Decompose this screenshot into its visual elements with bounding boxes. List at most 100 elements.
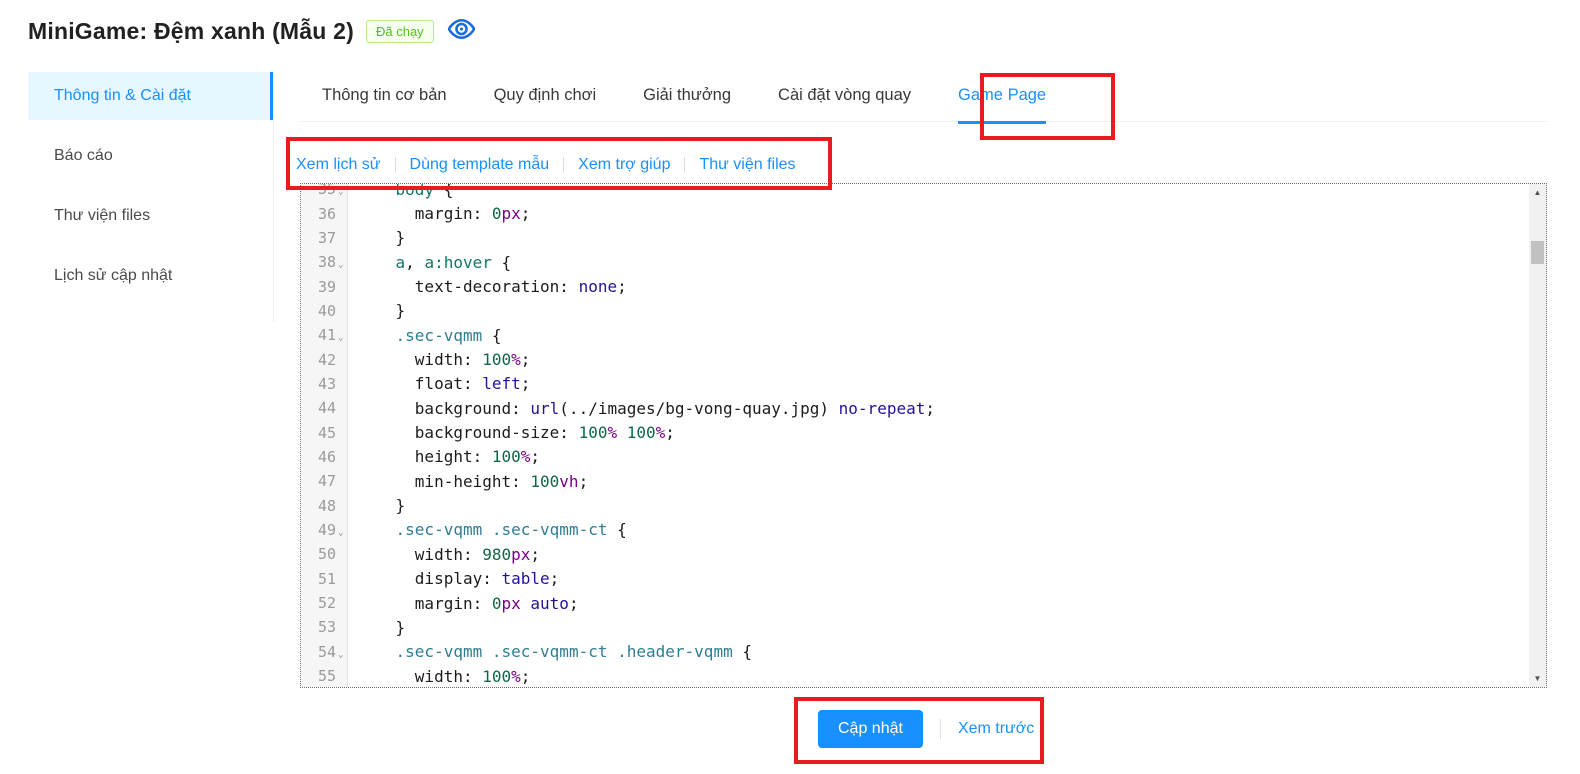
footer-actions: Cập nhật Xem trước [818,709,1034,749]
code-token: none [579,277,618,296]
line-number: 37 [318,229,338,247]
sidebar-item[interactable]: Thông tin & Cài đặt [28,72,273,120]
tab-gi-i-th-ng[interactable]: Giải thưởng [643,70,731,122]
line-gutter: 46 [301,448,348,466]
toolbar-link[interactable]: Dùng template mẫu [410,156,550,174]
scrollbar-thumb[interactable] [1531,241,1544,264]
code-line[interactable]: 37 } [301,226,1529,250]
code-token: { [434,183,453,199]
line-gutter: 41⌄ [301,326,348,344]
code-token [357,253,396,272]
line-number: 46 [318,448,338,466]
code-line[interactable]: 38⌄ a, a:hover { [301,250,1529,274]
code-token: margin [415,204,473,223]
code-line[interactable]: 35⌄ body { [301,183,1529,201]
scroll-down-icon[interactable]: ▼ [1529,670,1546,687]
code-token: : [473,594,492,613]
eye-icon [446,16,477,47]
code-line[interactable]: 51 display: table; [301,567,1529,591]
scroll-up-icon[interactable]: ▲ [1529,184,1546,201]
code-token: width [415,545,463,564]
code-line[interactable]: 42 width: 100%; [301,347,1529,371]
active-tab-underline [958,121,1046,124]
tab-label: Quy định chơi [494,86,597,105]
code-line[interactable]: 50 width: 980px; [301,542,1529,566]
code-text: text-decoration: none; [348,277,627,296]
code-token: { [733,642,752,661]
code-text: width: 100%; [348,667,530,686]
code-token: 980 [482,545,511,564]
line-number: 40 [318,302,338,320]
line-number: 52 [318,594,338,612]
code-token [357,569,415,588]
code-token: .sec-vqmm [396,326,483,345]
code-line[interactable]: 52 margin: 0px auto; [301,591,1529,615]
code-text: .sec-vqmm .sec-vqmm-ct { [348,520,627,539]
code-token: 0 [492,594,502,613]
code-line[interactable]: 53 } [301,615,1529,639]
preview-link[interactable]: Xem trước [958,720,1034,738]
code-text: background-size: 100% 100%; [348,423,675,442]
code-token [357,183,396,199]
code-token: px [511,545,530,564]
code-token [482,642,492,661]
code-line[interactable]: 49⌄ .sec-vqmm .sec-vqmm-ct { [301,518,1529,542]
code-token: (../images/bg-vong-quay.jpg) [559,399,838,418]
fold-arrow-icon[interactable]: ⌄ [338,261,348,270]
code-line[interactable]: 48 } [301,493,1529,517]
sidebar-item[interactable]: Báo cáo [28,132,273,180]
code-token [357,374,415,393]
code-token: display [415,569,482,588]
code-token [617,423,627,442]
code-editor[interactable]: 35⌄ body {36 margin: 0px;37 }38⌄ a, a:ho… [300,183,1547,688]
code-line[interactable]: 40 } [301,299,1529,323]
sidebar-item-label: Báo cáo [54,147,113,165]
code-token: 100 [482,350,511,369]
tab-game-page[interactable]: Game Page [958,70,1046,122]
code-line[interactable]: 39 text-decoration: none; [301,274,1529,298]
toolbar-link[interactable]: Xem lịch sử [296,156,381,174]
code-token: : [511,399,530,418]
line-number: 53 [318,618,338,636]
code-token: % [511,350,521,369]
code-token: ; [617,277,627,296]
code-token: : [473,447,492,466]
line-number: 42 [318,351,338,369]
sidebar-item[interactable]: Lịch sử cập nhật [28,252,273,300]
code-line[interactable]: 43 float: left; [301,372,1529,396]
sidebar-item[interactable]: Thư viện files [28,192,273,240]
code-token [357,350,415,369]
code-line[interactable]: 54⌄ .sec-vqmm .sec-vqmm-ct .header-vqmm … [301,640,1529,664]
tab-c-i-t-v-ng-quay[interactable]: Cài đặt vòng quay [778,70,911,122]
code-token: : [482,569,501,588]
toolbar-link[interactable]: Xem trợ giúp [578,156,670,174]
code-text: .sec-vqmm { [348,326,502,345]
code-token: px [502,204,521,223]
line-gutter: 42 [301,351,348,369]
sidebar-item-label: Lịch sử cập nhật [54,267,172,285]
code-line[interactable]: 41⌄ .sec-vqmm { [301,323,1529,347]
toolbar-link[interactable]: Thư viện files [699,156,795,174]
code-line[interactable]: 45 background-size: 100% 100%; [301,420,1529,444]
preview-eye-button[interactable] [446,16,477,47]
fold-arrow-icon[interactable]: ⌄ [338,334,348,343]
code-token: vh [559,472,578,491]
code-token: % [607,423,617,442]
code-token: : [463,374,482,393]
tab-th-ng-tin-c-b-n[interactable]: Thông tin cơ bản [322,70,447,122]
editor-scrollbar[interactable]: ▲ ▼ [1529,184,1546,687]
line-gutter: 47 [301,472,348,490]
line-number: 49 [318,521,338,539]
code-line[interactable]: 36 margin: 0px; [301,201,1529,225]
code-line[interactable]: 55 width: 100%; [301,664,1529,688]
code-token: a:hover [424,253,491,272]
fold-arrow-icon[interactable]: ⌄ [338,529,348,538]
code-line[interactable]: 44 background: url(../images/bg-vong-qua… [301,396,1529,420]
fold-arrow-icon[interactable]: ⌄ [338,651,348,660]
update-button[interactable]: Cập nhật [818,710,923,748]
code-line[interactable]: 46 height: 100%; [301,445,1529,469]
line-number: 39 [318,278,338,296]
fold-arrow-icon[interactable]: ⌄ [338,188,348,197]
tab-quy-nh-ch-i[interactable]: Quy định chơi [494,70,597,122]
code-line[interactable]: 47 min-height: 100vh; [301,469,1529,493]
